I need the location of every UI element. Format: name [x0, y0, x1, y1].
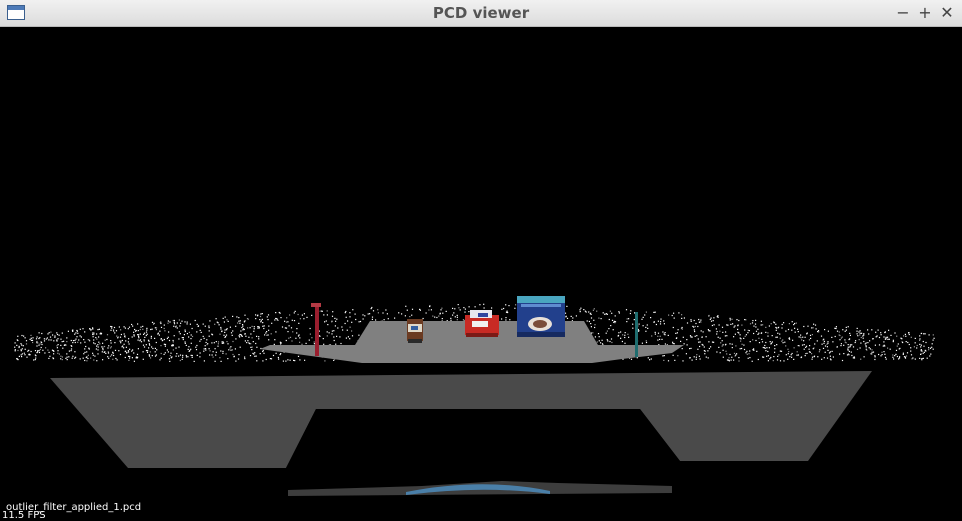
- table-inner-shadow: [286, 409, 680, 468]
- point-cloud-scene[interactable]: [2, 27, 960, 519]
- minimize-icon[interactable]: −: [893, 3, 913, 23]
- title-bar[interactable]: PCD viewer − + ✕: [0, 0, 962, 27]
- pcd-viewer-window: PCD viewer − + ✕ outlier_filter_applied_…: [0, 0, 962, 521]
- point-cloud-viewport[interactable]: outlier_filter_applied_1.pcd 11.5 FPS: [2, 27, 960, 519]
- close-icon[interactable]: ✕: [937, 3, 957, 23]
- left-pole: [315, 304, 319, 356]
- fps-label: 11.5 FPS: [2, 510, 46, 520]
- jar-object: [407, 319, 423, 343]
- window-title: PCD viewer: [432, 4, 530, 22]
- cereal-box-object: [517, 296, 565, 337]
- right-pole: [635, 312, 638, 357]
- maximize-icon[interactable]: +: [915, 3, 935, 23]
- left-pole-top: [311, 303, 321, 307]
